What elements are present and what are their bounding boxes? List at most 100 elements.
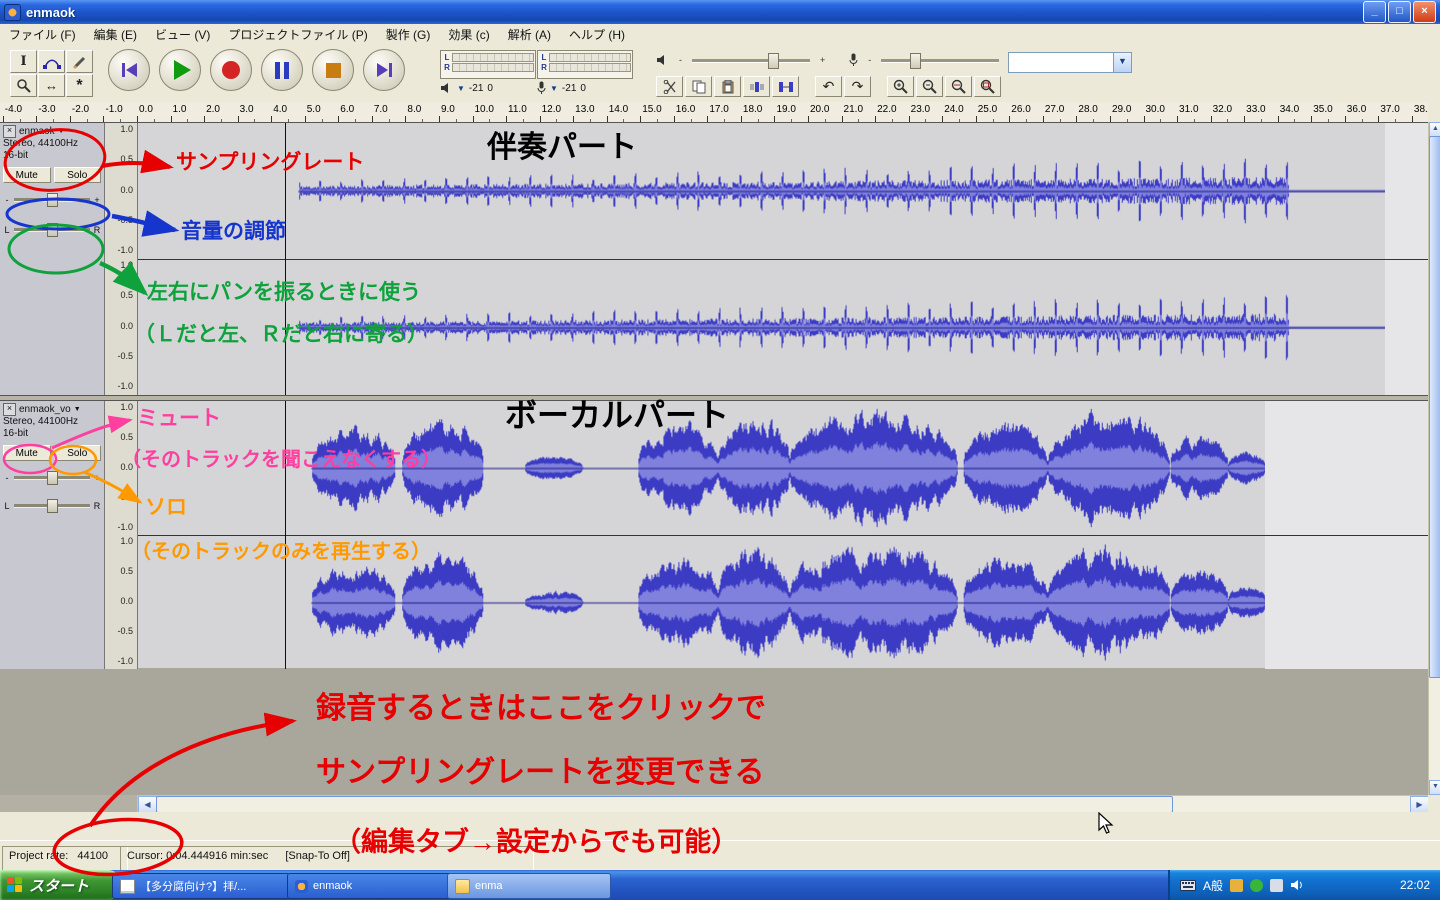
track1-waveform-area[interactable] <box>137 123 1428 395</box>
track2-waveform-area[interactable] <box>137 401 1428 669</box>
solo-button[interactable]: Solo <box>53 167 101 183</box>
system-tray: A般 22:02 <box>1168 870 1440 900</box>
slider-thumb[interactable] <box>47 193 59 207</box>
copy-button[interactable] <box>685 76 712 97</box>
silence-button[interactable] <box>772 76 799 97</box>
record-button[interactable] <box>210 49 252 91</box>
output-meter-readout[interactable]: ▼ -21 0 <box>440 80 493 96</box>
close-button[interactable]: × <box>1413 1 1436 23</box>
waveform-canvas[interactable] <box>137 123 1428 259</box>
skip-to-end-button[interactable] <box>363 49 405 91</box>
input-meter-readout[interactable]: ▼ -21 0 <box>537 80 586 96</box>
track-title[interactable]: enmaok_vo <box>19 404 71 415</box>
scroll-right-arrow[interactable]: ▶ <box>1410 796 1429 813</box>
menu-item-7[interactable]: ヘルプ (H) <box>560 24 634 45</box>
volume-icon[interactable] <box>1290 879 1303 891</box>
envelope-tool-button[interactable] <box>38 50 65 73</box>
timeshift-tool-button[interactable]: ↔ <box>38 74 65 97</box>
ruler-label: 10.0 <box>474 104 494 115</box>
draw-tool-button[interactable] <box>66 50 93 73</box>
undo-button[interactable]: ↶ <box>815 76 842 97</box>
project-rate-value[interactable]: 44100 <box>77 850 108 862</box>
vertical-scrollbar[interactable]: ▲ ▼ <box>1428 122 1440 795</box>
pan-slider[interactable]: L R <box>3 223 101 237</box>
tray-icon-2[interactable] <box>1250 878 1264 892</box>
mute-button[interactable]: Mute <box>3 167 51 183</box>
waveform-canvas[interactable] <box>137 260 1428 395</box>
tray-icon-1[interactable] <box>1230 878 1244 892</box>
menu-item-0[interactable]: ファイル (F) <box>0 24 85 45</box>
menu-item-5[interactable]: 効果 (c) <box>439 24 498 45</box>
multi-tool-button[interactable]: * <box>66 74 93 97</box>
track-close-button[interactable]: × <box>3 403 16 416</box>
scroll-down-arrow[interactable]: ▼ <box>1429 780 1440 795</box>
track-menu-caret-icon[interactable]: ▼ <box>58 128 65 135</box>
input-device-dropdown[interactable]: ▼ <box>1008 52 1132 73</box>
paste-button[interactable] <box>714 76 741 97</box>
input-volume-slider[interactable] <box>881 52 1000 69</box>
mute-button[interactable]: Mute <box>3 445 51 461</box>
menu-item-3[interactable]: プロジェクトファイル (P) <box>219 24 376 45</box>
gain-slider[interactable]: - + <box>3 193 101 207</box>
minimize-button[interactable]: _ <box>1363 1 1386 23</box>
start-button[interactable]: スタート <box>0 870 121 900</box>
scroll-up-arrow[interactable]: ▲ <box>1429 122 1440 137</box>
cut-button[interactable] <box>656 76 683 97</box>
maximize-button[interactable]: □ <box>1388 1 1411 23</box>
track-menu-caret-icon[interactable]: ▼ <box>74 406 81 413</box>
ruler-label: -3.0 <box>38 104 56 115</box>
ruler-label: 11.0 <box>508 104 527 115</box>
vertical-scrollbar-thumb[interactable] <box>1429 136 1440 678</box>
zoom-in-button[interactable] <box>887 76 914 97</box>
redo-button[interactable]: ↷ <box>844 76 871 97</box>
keyboard-icon[interactable] <box>1180 879 1196 891</box>
menu-item-6[interactable]: 解析 (A) <box>499 24 560 45</box>
slider-thumb[interactable] <box>767 53 779 69</box>
timeline-ruler[interactable]: -4.0 -3.0 -2.0 -1.0 0.0 1.0 2.0 3.0 4.0 5.0 6.0 7.0… <box>0 102 1428 123</box>
taskbar-item-enmaok[interactable]: enmaok <box>287 873 455 899</box>
ruler-label: 31.0 <box>1179 104 1199 115</box>
scroll-left-arrow[interactable]: ◀ <box>138 796 157 813</box>
pause-button[interactable] <box>261 49 303 91</box>
menu-item-1[interactable]: 編集 (E) <box>85 24 146 45</box>
play-button[interactable] <box>159 49 201 91</box>
zoom-out-button[interactable] <box>916 76 943 97</box>
ruler-label: 3.0 <box>239 104 254 115</box>
track1-panel[interactable]: × enmaok ▼ Stereo, 44100Hz 16-bit Mute S… <box>0 123 105 395</box>
slider-thumb[interactable] <box>47 223 59 237</box>
taskbar-item-document[interactable]: 【多分腐向け?】拝/... <box>112 873 290 899</box>
slider-thumb[interactable] <box>47 499 59 513</box>
track-close-button[interactable]: × <box>3 125 16 138</box>
taskbar-clock[interactable]: 22:02 <box>1400 878 1430 892</box>
dropdown-arrow-icon[interactable]: ▼ <box>550 84 558 93</box>
taskbar-item-enma[interactable]: enma <box>447 873 611 899</box>
pan-slider[interactable]: L R <box>3 499 101 513</box>
fit-project-button[interactable] <box>974 76 1001 97</box>
selection-tool-button[interactable]: I <box>10 50 37 73</box>
solo-button[interactable]: Solo <box>53 445 101 461</box>
stop-button[interactable] <box>312 49 354 91</box>
zoom-tool-button[interactable] <box>10 74 37 97</box>
trim-button[interactable] <box>743 76 770 97</box>
window-titlebar[interactable]: enmaok _ □ × <box>0 0 1440 24</box>
amplitude-label: 0.5 <box>120 290 133 301</box>
track-title[interactable]: enmaok <box>19 126 55 137</box>
output-volume-slider[interactable] <box>692 52 810 69</box>
track2-panel[interactable]: × enmaok_vo ▼ Stereo, 44100Hz 16-bit Mut… <box>0 401 105 669</box>
slider-thumb[interactable] <box>909 53 921 69</box>
gain-slider[interactable]: - + <box>3 471 101 485</box>
amplitude-label: -0.5 <box>117 626 133 637</box>
ruler-label: 6.0 <box>340 104 355 115</box>
dropdown-arrow-icon[interactable]: ▼ <box>457 84 465 93</box>
waveform-canvas[interactable] <box>137 536 1428 669</box>
menu-item-4[interactable]: 製作 (G) <box>377 24 440 45</box>
menu-item-2[interactable]: ビュー (V) <box>146 24 219 45</box>
ime-language-indicator[interactable]: A般 <box>1203 877 1223 894</box>
skip-to-start-button[interactable] <box>108 49 150 91</box>
horizontal-scrollbar-thumb[interactable] <box>156 796 1173 813</box>
waveform-canvas[interactable] <box>137 401 1428 535</box>
fit-selection-button[interactable] <box>945 76 972 97</box>
dropdown-arrow-icon[interactable]: ▼ <box>1113 53 1131 72</box>
slider-thumb[interactable] <box>47 471 59 485</box>
tray-icon-3[interactable] <box>1270 878 1284 892</box>
